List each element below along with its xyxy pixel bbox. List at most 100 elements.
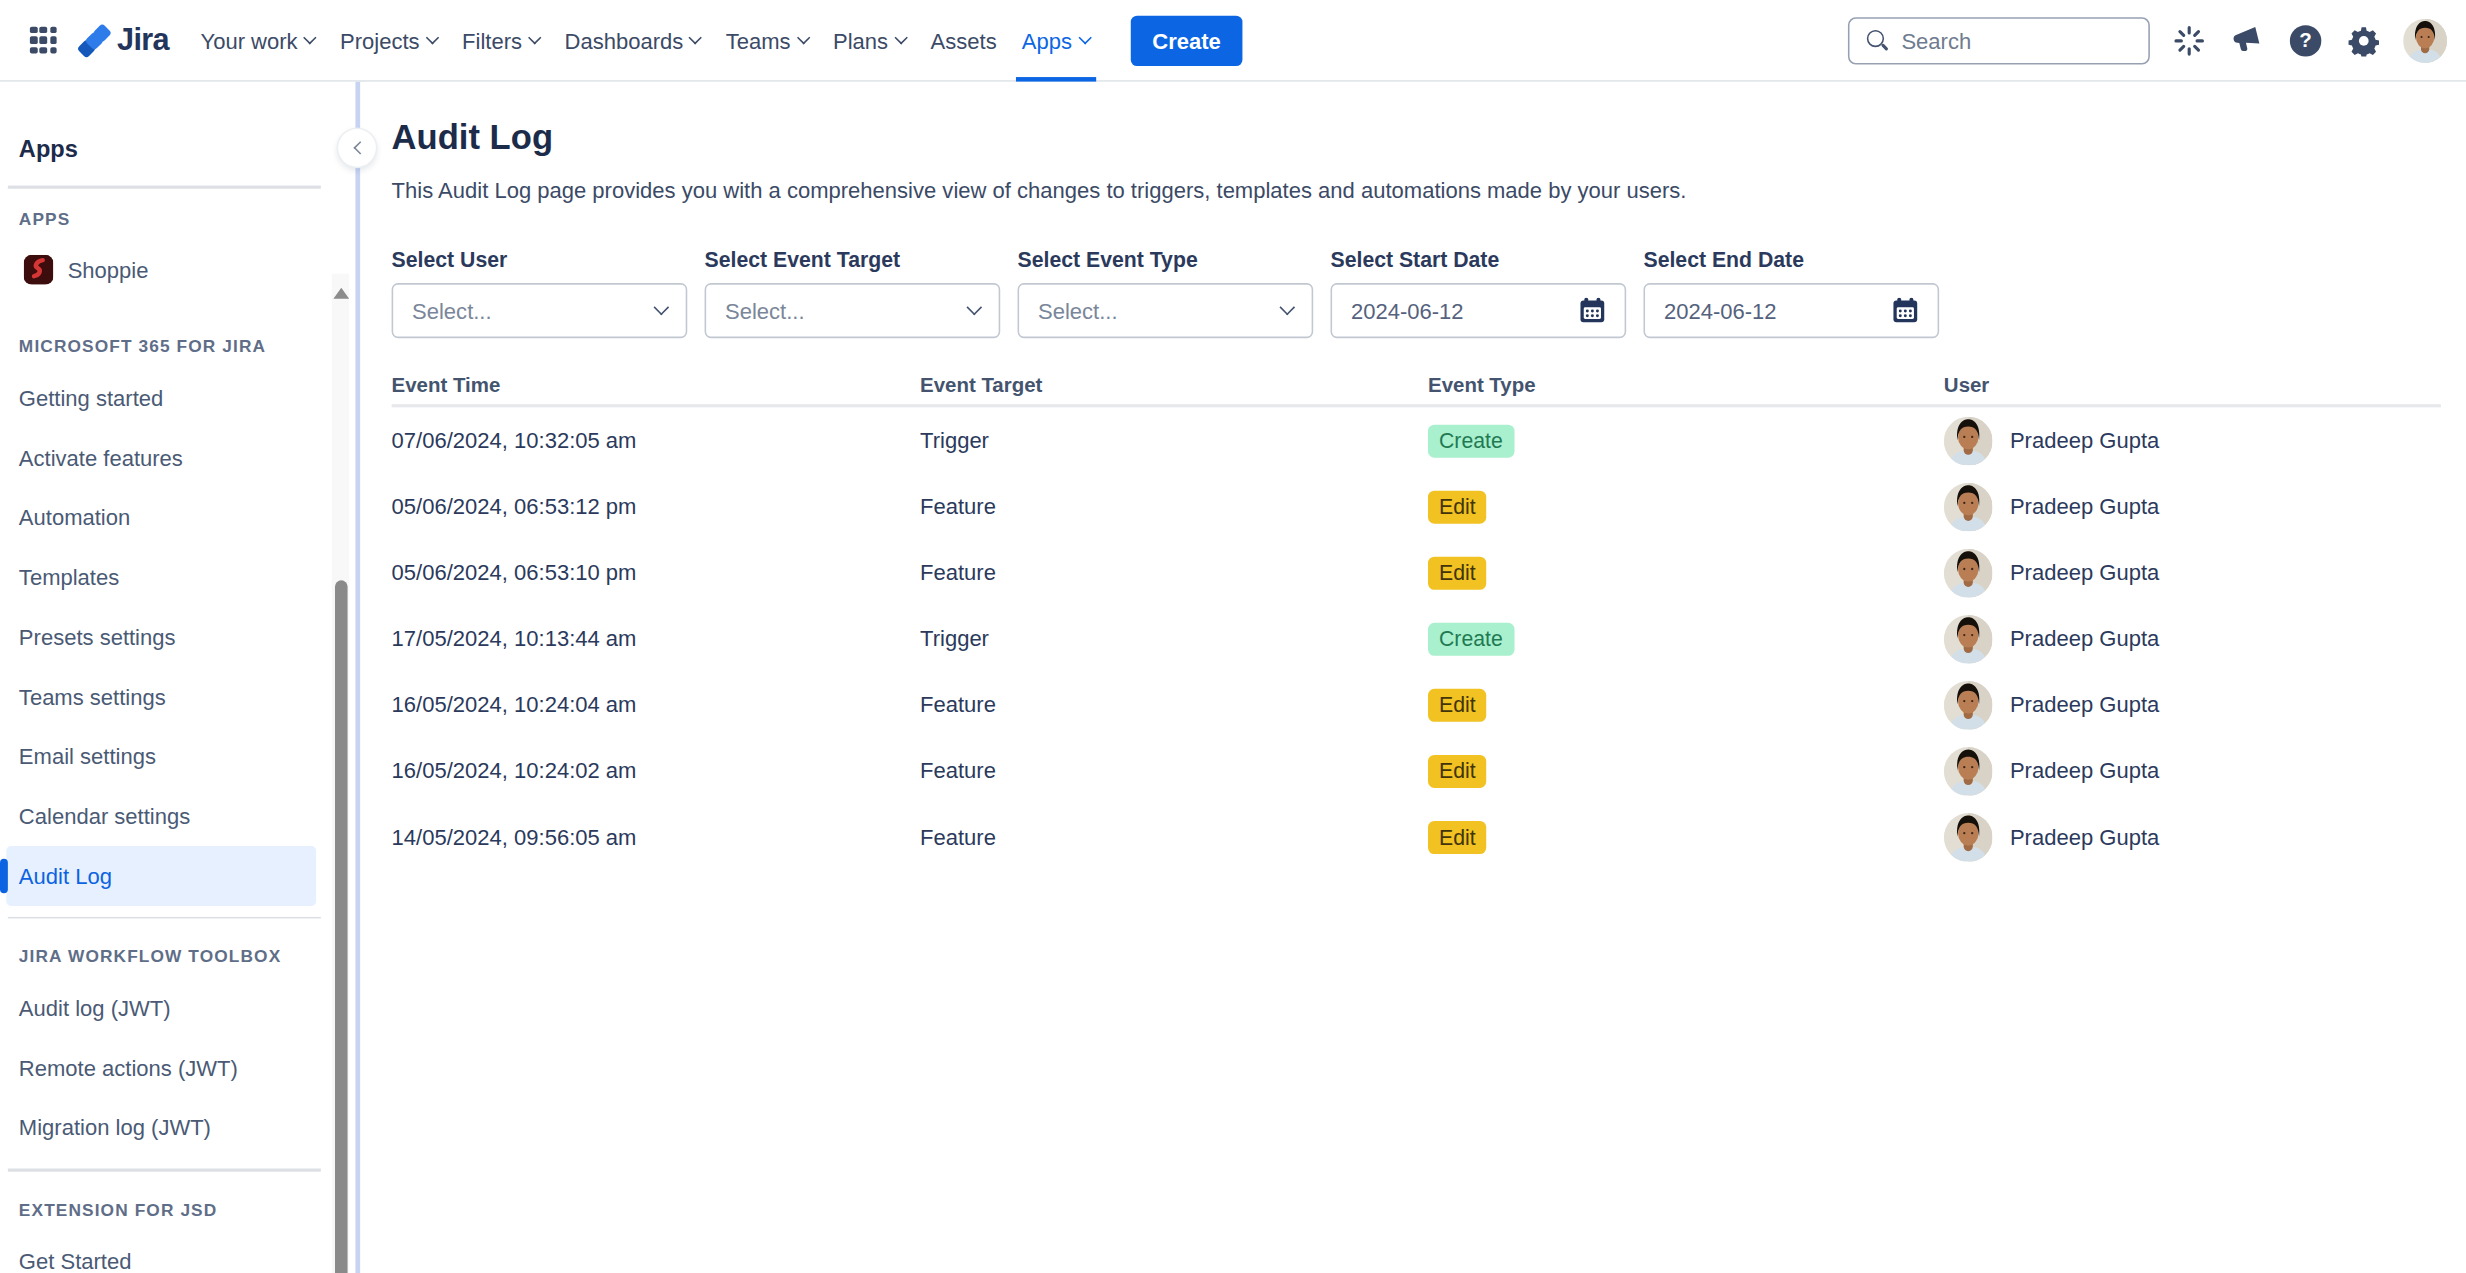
sidebar-item-audit-log[interactable]: Audit Log [6, 845, 316, 905]
event-target-cell: Trigger [920, 626, 1428, 651]
sidebar-section-items: Shoppie [0, 240, 355, 300]
page-title: Audit Log [392, 118, 2441, 159]
sidebar-section-header-extension-for-jsd: EXTENSION FOR JSD [19, 1199, 356, 1218]
date-input[interactable]: 2024-06-12 [1643, 283, 1939, 338]
sidebar-item-label: Audit Log [19, 863, 112, 888]
scrollbar-thumb[interactable] [334, 580, 347, 1273]
chevron-down-icon [654, 300, 670, 316]
nav-item-label: Assets [931, 28, 997, 53]
calendar-icon [1892, 297, 1919, 324]
select-input[interactable]: Select... [1018, 283, 1314, 338]
nav-item-dashboards[interactable]: Dashboards [558, 0, 707, 80]
sidebar-item-teams-settings[interactable]: Teams settings [6, 666, 316, 726]
spinner-icon[interactable] [2170, 21, 2208, 59]
filter-value: 2024-06-12 [1664, 298, 1777, 323]
column-header-user: User [1944, 373, 2441, 397]
table-body: 07/06/2024, 10:32:05 am Trigger Create P… [392, 407, 2441, 869]
user-avatar [1944, 548, 1993, 597]
nav-item-teams[interactable]: Teams [719, 0, 814, 80]
jira-logo-text: Jira [117, 22, 169, 58]
event-target-cell: Trigger [920, 428, 1428, 453]
nav-item-label: Plans [833, 28, 888, 53]
column-header-event-target: Event Target [920, 373, 1428, 397]
event-time-cell: 05/06/2024, 06:53:10 pm [392, 560, 920, 585]
search-input[interactable]: Search [1848, 17, 2150, 64]
help-icon[interactable]: ? [2287, 21, 2325, 59]
sidebar-item-presets-settings[interactable]: Presets settings [6, 606, 316, 666]
event-type-badge: Edit [1428, 556, 1487, 589]
sidebar-item-shoppie[interactable]: Shoppie [6, 240, 316, 300]
event-time-cell: 17/05/2024, 10:13:44 am [392, 626, 920, 651]
user-avatar[interactable] [2403, 18, 2447, 62]
sidebar-item-label: Getting started [19, 385, 163, 410]
sidebar-item-label: Templates [19, 564, 119, 589]
sidebar-item-email-settings[interactable]: Email settings [6, 726, 316, 786]
sidebar-title: Apps [0, 82, 355, 162]
filter-select-event-type: Select Event Type Select... [1018, 248, 1314, 338]
shoppie-app-icon [24, 255, 54, 285]
user-avatar [1944, 482, 1993, 531]
scrollbar-up-arrow-icon[interactable] [333, 288, 349, 299]
sidebar-collapse-button[interactable] [338, 129, 376, 167]
user-cell: Pradeep Gupta [1944, 548, 2441, 597]
nav-item-label: Filters [462, 28, 522, 53]
user-avatar [1944, 680, 1993, 729]
event-time-cell: 07/06/2024, 10:32:05 am [392, 428, 920, 453]
sidebar-item-audit-log-jwt[interactable]: Audit log (JWT) [6, 978, 316, 1038]
filter-label: Select Start Date [1331, 248, 1627, 272]
select-input[interactable]: Select... [705, 283, 1001, 338]
chevron-down-icon [1279, 300, 1295, 316]
nav-item-projects[interactable]: Projects [334, 0, 443, 80]
select-input[interactable]: Select... [392, 283, 688, 338]
sidebar-item-activate-features[interactable]: Activate features [6, 427, 316, 487]
sidebar-item-templates[interactable]: Templates [6, 547, 316, 607]
sidebar-section-items: Audit log (JWT) Remote actions (JWT) Migra… [0, 978, 355, 1157]
sidebar-scrollbar[interactable] [332, 274, 349, 1273]
user-cell: Pradeep Gupta [1944, 416, 2441, 465]
sidebar-item-automation[interactable]: Automation [6, 487, 316, 547]
sidebar-item-label: Get Started [19, 1248, 132, 1273]
chevron-down-icon [894, 30, 907, 43]
user-cell: Pradeep Gupta [1944, 680, 2441, 729]
nav-item-your-work[interactable]: Your work [194, 0, 321, 80]
nav-item-assets[interactable]: Assets [924, 0, 1003, 80]
sidebar-item-label: Remote actions (JWT) [19, 1055, 238, 1080]
nav-item-filters[interactable]: Filters [456, 0, 546, 80]
sidebar-item-label: Automation [19, 504, 130, 529]
user-avatar [1944, 416, 1993, 465]
chevron-down-icon [304, 30, 317, 43]
app-switcher-icon[interactable] [30, 26, 57, 53]
sidebar-item-label: Teams settings [19, 683, 166, 708]
event-type-badge: Edit [1428, 754, 1487, 787]
date-input[interactable]: 2024-06-12 [1331, 283, 1627, 338]
table-row: 14/05/2024, 09:56:05 am Feature Edit Pra… [392, 804, 2441, 870]
filter-select-event-target: Select Event Target Select... [705, 248, 1001, 338]
nav-item-label: Apps [1022, 28, 1072, 53]
sidebar-item-migration-log-jwt[interactable]: Migration log (JWT) [6, 1098, 316, 1158]
nav-right: Search ? [1848, 17, 2447, 64]
chevron-down-icon [528, 30, 541, 43]
jira-logo[interactable]: Jira [76, 21, 169, 59]
sidebar: Apps APPSShoppieMICROSOFT 365 FOR JIRAGe… [0, 82, 360, 1273]
settings-icon[interactable] [2345, 21, 2383, 59]
user-cell: Pradeep Gupta [1944, 614, 2441, 663]
user-name: Pradeep Gupta [2010, 626, 2159, 651]
sidebar-item-getting-started[interactable]: Getting started [6, 367, 316, 427]
jira-app: Jira Your workProjectsFiltersDashboardsT… [0, 0, 2466, 1273]
filter-value: Select... [725, 298, 805, 323]
filter-label: Select Event Type [1018, 248, 1314, 272]
search-placeholder: Search [1901, 28, 1971, 53]
nav-item-apps[interactable]: Apps [1016, 0, 1096, 80]
sidebar-section-header-microsoft-365-for-jira: MICROSOFT 365 FOR JIRA [19, 336, 356, 355]
sidebar-item-remote-actions-jwt[interactable]: Remote actions (JWT) [6, 1038, 316, 1098]
create-button[interactable]: Create [1130, 15, 1243, 65]
nav-item-plans[interactable]: Plans [827, 0, 912, 80]
user-cell: Pradeep Gupta [1944, 746, 2441, 795]
sidebar-item-calendar-settings[interactable]: Calendar settings [6, 786, 316, 846]
user-cell: Pradeep Gupta [1944, 812, 2441, 861]
chevron-down-icon [689, 30, 702, 43]
announcement-icon[interactable] [2229, 21, 2267, 59]
sidebar-item-get-started[interactable]: Get Started [6, 1231, 316, 1273]
sidebar-item-label: Shoppie [68, 257, 149, 282]
event-type-badge: Create [1428, 622, 1514, 655]
